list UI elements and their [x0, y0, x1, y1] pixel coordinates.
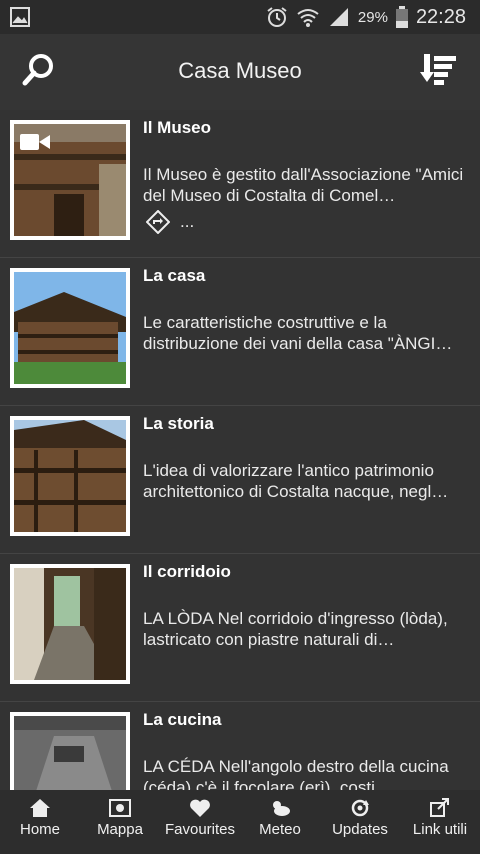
gallery-icon: [10, 7, 30, 27]
item-thumbnail: [10, 120, 130, 240]
item-link-text: ...: [180, 212, 195, 231]
battery-percent: 29%: [357, 8, 388, 26]
item-description: LA CÉDA Nell'angolo destro della cucina …: [143, 757, 449, 790]
item-description: LA LÒDA Nel corridoio d'ingresso (lòda),…: [143, 609, 448, 649]
item-title: Il corridoio: [143, 562, 231, 581]
nav-label: Updates: [332, 821, 388, 838]
item-title: La cucina: [143, 710, 222, 729]
directions-icon: [146, 210, 170, 234]
wifi-icon: [297, 9, 319, 27]
signal-icon: [329, 8, 348, 26]
nav-map[interactable]: Mappa: [80, 790, 160, 854]
external-link-icon: [430, 798, 449, 817]
page-title: Casa Museo: [178, 58, 302, 83]
nav-label: Meteo: [259, 821, 301, 838]
weather-icon: [273, 801, 290, 816]
nav-updates[interactable]: Updates: [320, 790, 400, 854]
home-icon: [30, 799, 50, 817]
nav-favourites[interactable]: Favourites: [160, 790, 240, 854]
nav-label: Link utili: [412, 821, 468, 838]
nav-meteo[interactable]: Meteo: [240, 790, 320, 854]
alarm-icon: [267, 7, 287, 27]
updates-icon: [351, 799, 369, 817]
battery-icon: [395, 6, 408, 28]
sort-icon[interactable]: [420, 50, 460, 90]
nav-label: Mappa: [97, 821, 143, 838]
item-title: Il Museo: [143, 118, 212, 137]
item-thumbnail: [10, 268, 130, 388]
nav-label: Home: [19, 821, 60, 838]
heart-icon: [190, 799, 210, 817]
nav-link-utili[interactable]: Link utili: [400, 790, 480, 854]
item-thumbnail: [10, 416, 130, 536]
content-list: Il Museo Il Museo è gestito dall'Associa…: [0, 110, 480, 790]
video-camera-icon: [20, 134, 50, 150]
nav-label: Favourites: [164, 821, 236, 838]
list-item[interactable]: La casa Le caratteristiche costruttive e…: [0, 258, 480, 406]
item-description: L'idea di valorizzare l'antico patrimoni…: [143, 461, 449, 501]
list-item[interactable]: Il corridoio LA LÒDA Nel corridoio d'ing…: [0, 554, 480, 702]
list-item[interactable]: La storia L'idea di valorizzare l'antico…: [0, 406, 480, 554]
item-thumbnail: [10, 712, 130, 790]
app-header: Casa Museo: [0, 34, 480, 110]
list-item[interactable]: La cucina LA CÉDA Nell'angolo destro del…: [0, 702, 480, 790]
item-link[interactable]: ...: [146, 210, 194, 234]
map-icon: [109, 799, 131, 817]
item-description: Le caratteristiche costruttive e la dist…: [143, 313, 453, 353]
clock: 22:28: [415, 5, 466, 28]
item-description: Il Museo è gestito dall'Associazione "Am…: [143, 165, 464, 205]
list-item[interactable]: Il Museo Il Museo è gestito dall'Associa…: [0, 110, 480, 258]
item-thumbnail: [10, 564, 130, 684]
item-title: La casa: [143, 266, 206, 285]
item-title: La storia: [143, 414, 214, 433]
status-bar: 29% 22:28: [0, 0, 480, 34]
nav-home[interactable]: Home: [0, 790, 80, 854]
bottom-nav: Home Mappa Favourites Meteo Updates Link…: [0, 790, 480, 854]
